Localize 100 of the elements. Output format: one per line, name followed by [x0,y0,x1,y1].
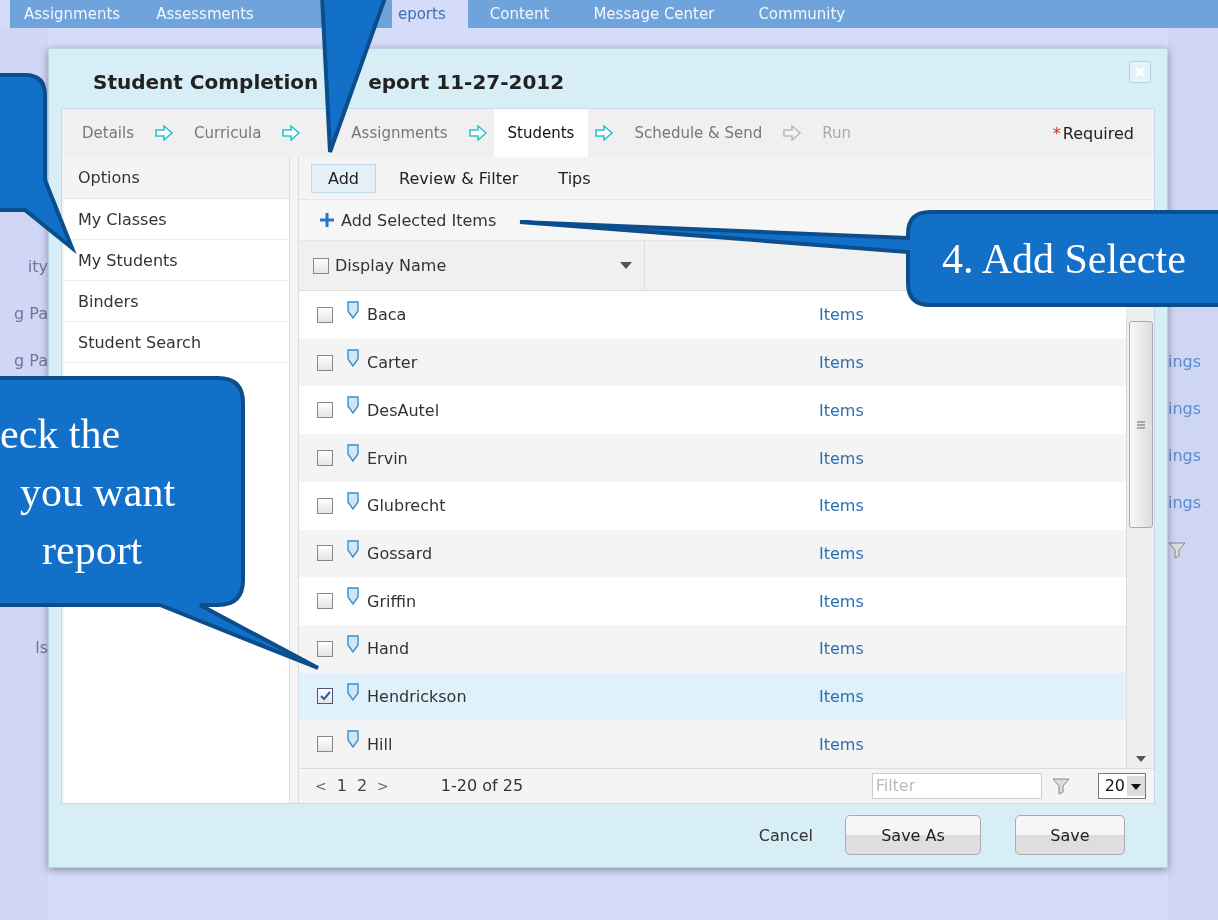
callout-text: 4. Add Selecte [942,235,1186,284]
arrow-icon [467,125,488,142]
dialog-title: Student Completion [93,68,319,94]
student-name: Hand [367,639,411,659]
student-name: DesAutel [367,400,441,420]
student-row[interactable]: Griffin Items [299,577,1126,625]
filter-icon[interactable] [1051,776,1070,795]
background-text: g Pa [13,350,48,372]
student-name: Hill [367,734,394,754]
row-checkbox[interactable] [317,450,333,466]
sub-tab[interactable]: Add [311,163,376,193]
grip-icon [1135,419,1146,430]
tag-icon [347,539,359,558]
page-range: 1-20 of 25 [440,776,524,796]
row-checkbox[interactable] [317,640,333,657]
row-checkbox[interactable] [317,402,333,419]
cancel-link[interactable]: Cancel [758,826,813,845]
student-row[interactable]: Ervin Items [299,434,1126,482]
nav-tab[interactable]: eports [391,0,468,28]
tag-icon [347,348,359,367]
close-icon [1134,66,1146,78]
student-name: Baca [367,305,408,325]
student-name: Griffin [367,591,418,611]
student-row[interactable]: DesAutel Items [299,386,1126,435]
sub-tab[interactable]: Review & Filter [382,163,536,193]
scrollbar[interactable] [1126,315,1154,768]
student-row[interactable]: Glubrecht Items [299,481,1126,530]
add-selected-button[interactable]: Add Selected Items [299,210,497,230]
tag-icon [347,444,359,463]
background-text: g Pa [13,303,48,325]
next-page-link[interactable]: > [377,777,389,794]
scroll-down-icon[interactable] [1135,755,1146,762]
tag-icon [347,634,359,653]
student-name: Glubrecht [367,496,447,516]
background-text: ity [26,256,48,278]
wizard-step[interactable]: Details [68,109,148,158]
student-name: Gossard [367,543,434,563]
background-text: ls [34,637,48,659]
save-as-button[interactable]: Save As [845,815,981,856]
row-checkbox[interactable] [317,736,333,753]
items-link[interactable]: Items [819,543,864,563]
items-link[interactable]: Items [819,305,864,325]
items-link[interactable]: Items [819,734,864,754]
dialog-title: eport 11-27-2012 [368,68,565,94]
items-link[interactable]: Items [819,448,864,468]
save-button[interactable]: Save [1015,815,1125,856]
select-all-checkbox[interactable] [313,257,329,274]
tag-icon [347,730,359,749]
callout-text: you want [19,468,176,517]
sub-tab[interactable]: Tips [541,163,608,193]
student-row[interactable]: Baca Items [299,291,1126,339]
row-checkbox[interactable] [317,306,333,323]
option-item[interactable]: Binders [64,281,289,323]
page-link[interactable]: 2 [356,776,368,796]
student-name: Carter [367,353,419,373]
arrow-icon [594,125,615,142]
arrow-icon [782,125,803,142]
student-name: Ervin [367,448,409,468]
filter-field[interactable]: Filter [871,772,1042,799]
page-size-select[interactable]: 20 [1097,772,1146,799]
row-checkbox[interactable] [317,545,333,562]
arrow-icon [154,125,174,142]
student-row[interactable]: Hand Items [299,624,1126,673]
wizard-step[interactable]: Students [493,109,589,158]
tag-icon [347,396,359,415]
row-checkbox[interactable] [317,497,333,514]
required-label: Required [1062,123,1134,143]
dropdown-icon [1127,775,1145,796]
wizard-step[interactable]: Assignments [337,109,462,158]
tag-icon [347,491,359,510]
arrow-icon [281,125,302,142]
items-link[interactable]: Items [819,591,864,611]
wizard-step[interactable]: Schedule & Send [620,109,777,158]
options-header: Options [64,157,289,200]
required-mark: * [1052,123,1061,143]
student-row[interactable]: Gossard Items [299,529,1126,578]
caret-icon[interactable] [620,262,632,270]
items-link[interactable]: Items [819,639,864,659]
items-link[interactable]: Items [819,496,864,516]
student-row[interactable]: Carter Items [299,338,1126,387]
tag-icon [347,301,359,320]
items-link[interactable]: Items [819,686,864,706]
column-header: Display Name [335,256,448,276]
tag-icon [347,682,359,701]
items-link[interactable]: Items [819,400,864,420]
callout-text: eck the [0,410,122,459]
page-link[interactable]: 1 [336,776,347,796]
callout-text: report [41,526,144,575]
student-row[interactable]: Hendrickson Items [299,672,1126,721]
row-checkbox[interactable] [317,354,333,371]
row-checkbox[interactable] [317,593,333,610]
option-item[interactable]: Student Search [64,322,289,364]
student-row[interactable]: Hill Items [299,720,1126,768]
tag-icon [347,587,359,606]
student-name: Hendrickson [367,686,468,706]
wizard-step[interactable]: Curricula [180,109,276,158]
row-checkbox[interactable] [317,688,333,705]
items-link[interactable]: Items [819,353,864,373]
prev-page-link[interactable]: < [315,777,327,794]
plus-icon [319,212,335,229]
